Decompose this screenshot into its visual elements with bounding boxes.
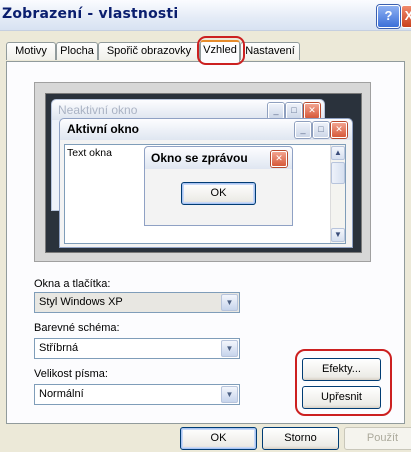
appearance-preview: Neaktivní okno _ □ ✕ Aktivní okno _ □ ✕ Text…: [34, 82, 371, 262]
apply-button[interactable]: Použít: [344, 427, 411, 450]
window-title: Zobrazení - vlastnosti: [2, 6, 179, 22]
active-window-controls: _ □ ✕: [293, 122, 347, 138]
cancel-button[interactable]: Storno: [262, 427, 339, 450]
color-scheme-select[interactable]: Stříbrná ▼: [34, 338, 240, 359]
scroll-thumb: [331, 162, 345, 184]
minimize-icon: _: [268, 103, 284, 119]
maximize-icon: □: [286, 103, 302, 119]
chevron-down-icon[interactable]: ▼: [221, 340, 238, 357]
scroll-down-icon: ▼: [331, 228, 345, 242]
window-text: Text okna: [67, 147, 112, 159]
tab-sporic[interactable]: Spořič obrazovky: [98, 42, 200, 60]
close-icon: ✕: [304, 103, 320, 119]
message-box: Okno se zprávou ✕ OK: [144, 146, 293, 226]
windows-buttons-label: Okna a tlačítka:: [34, 278, 111, 290]
tab-nastaveni[interactable]: Nastavení: [240, 42, 300, 60]
preview-scrollbar: ▲ ▼: [330, 145, 345, 243]
font-size-label: Velikost písma:: [34, 368, 108, 380]
message-box-controls: ✕: [269, 151, 287, 167]
tab-plocha[interactable]: Plocha: [56, 42, 98, 60]
help-button[interactable]: ?: [377, 5, 400, 28]
chevron-down-icon[interactable]: ▼: [221, 386, 238, 403]
chevron-down-icon[interactable]: ▼: [221, 294, 238, 311]
scroll-up-icon: ▲: [331, 146, 345, 160]
preview-desktop: Neaktivní okno _ □ ✕ Aktivní okno _ □ ✕ Text…: [45, 93, 362, 253]
close-icon: ✕: [271, 151, 287, 167]
close-button[interactable]: X: [401, 5, 411, 28]
tab-motivy[interactable]: Motivy: [6, 42, 56, 60]
minimize-icon: _: [295, 122, 311, 138]
windows-buttons-select[interactable]: Styl Windows XP ▼: [34, 292, 240, 313]
windows-buttons-value: Styl Windows XP: [39, 296, 123, 308]
buttons-highlight-ring: [295, 349, 392, 416]
font-size-select[interactable]: Normální ▼: [34, 384, 240, 405]
tab-highlight-ring: [197, 36, 245, 65]
color-scheme-value: Stříbrná: [39, 342, 79, 354]
message-box-ok-button: OK: [181, 182, 256, 205]
maximize-icon: □: [313, 122, 329, 138]
ok-button[interactable]: OK: [180, 427, 257, 450]
title-bar: Zobrazení - vlastnosti ? X: [0, 0, 411, 31]
close-icon: ✕: [331, 122, 347, 138]
color-scheme-label: Barevné schéma:: [34, 322, 120, 334]
inactive-window-controls: _ □ ✕: [266, 103, 320, 119]
font-size-value: Normální: [39, 388, 84, 400]
